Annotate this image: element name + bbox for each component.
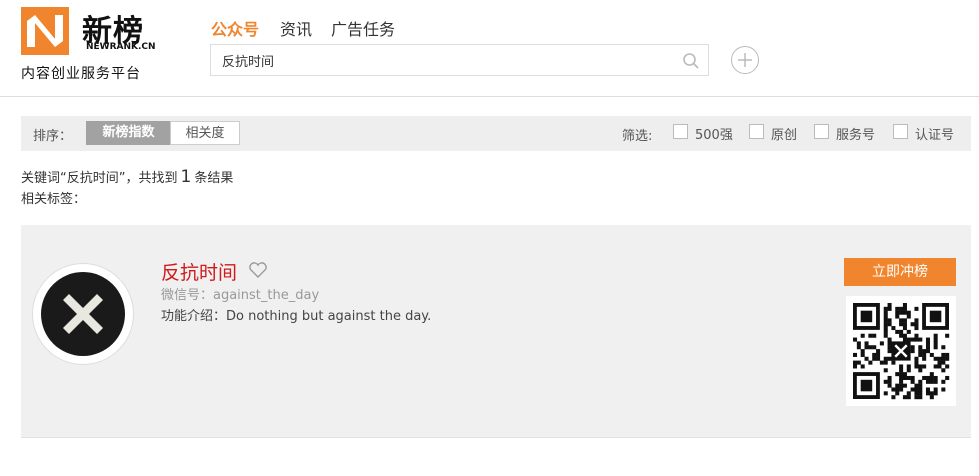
heart-icon[interactable] bbox=[248, 261, 268, 279]
related-tags-label: 相关标签： bbox=[21, 192, 87, 207]
filter-service-checkbox[interactable] bbox=[814, 124, 829, 139]
filter-original-label[interactable]: 原创 bbox=[771, 124, 797, 143]
logo-icon[interactable] bbox=[21, 7, 69, 55]
filter-verified-label[interactable]: 认证号 bbox=[915, 124, 954, 143]
nav-tab-gongzhonghao[interactable]: 公众号 bbox=[211, 16, 259, 40]
sort-label: 排序： bbox=[33, 129, 73, 144]
filter-original-checkbox[interactable] bbox=[749, 124, 764, 139]
filter-label: 筛选: bbox=[622, 129, 653, 144]
add-button[interactable] bbox=[731, 46, 759, 74]
header-divider bbox=[0, 96, 979, 97]
result-prefix: 关键词“反抗时间”，共找到 bbox=[21, 171, 178, 186]
sort-filter-bar: 排序： 新榜指数 相关度 筛选: 500强 原创 服务号 认证号 bbox=[21, 116, 971, 151]
logo-subtitle: NEWRANK.CN bbox=[86, 42, 156, 52]
result-summary: 关键词“反抗时间”，共找到 1 条结果 bbox=[21, 167, 233, 187]
qr-code-icon bbox=[846, 296, 956, 406]
plus-icon bbox=[738, 53, 752, 67]
avatar[interactable] bbox=[32, 263, 134, 365]
search-icon[interactable] bbox=[682, 52, 700, 70]
sort-by-index-button[interactable]: 新榜指数 bbox=[86, 121, 171, 145]
account-name[interactable]: 反抗时间 bbox=[161, 258, 237, 285]
tagline: 内容创业服务平台 bbox=[21, 66, 141, 82]
filter-verified-checkbox[interactable] bbox=[893, 124, 908, 139]
result-suffix: 条结果 bbox=[194, 171, 234, 186]
wechat-id: 微信号：against_the_day bbox=[161, 288, 320, 303]
search-box bbox=[210, 44, 709, 76]
result-count: 1 bbox=[180, 167, 192, 187]
nav-tab-ad-tasks[interactable]: 广告任务 bbox=[331, 16, 395, 40]
x-mark-icon bbox=[41, 272, 125, 356]
rank-now-button[interactable]: 立即冲榜 bbox=[844, 258, 956, 286]
account-card: 反抗时间 微信号：against_the_day 功能介绍：Do nothing… bbox=[21, 225, 971, 438]
account-intro: 功能介绍：Do nothing but against the day. bbox=[161, 309, 432, 324]
sort-by-relevance-button[interactable]: 相关度 bbox=[170, 121, 240, 145]
filter-service-label[interactable]: 服务号 bbox=[836, 124, 875, 143]
filter-500-label[interactable]: 500强 bbox=[695, 124, 733, 143]
filter-500-checkbox[interactable] bbox=[673, 124, 688, 139]
search-input[interactable] bbox=[220, 52, 664, 69]
nav-tab-zixun[interactable]: 资讯 bbox=[280, 16, 312, 40]
